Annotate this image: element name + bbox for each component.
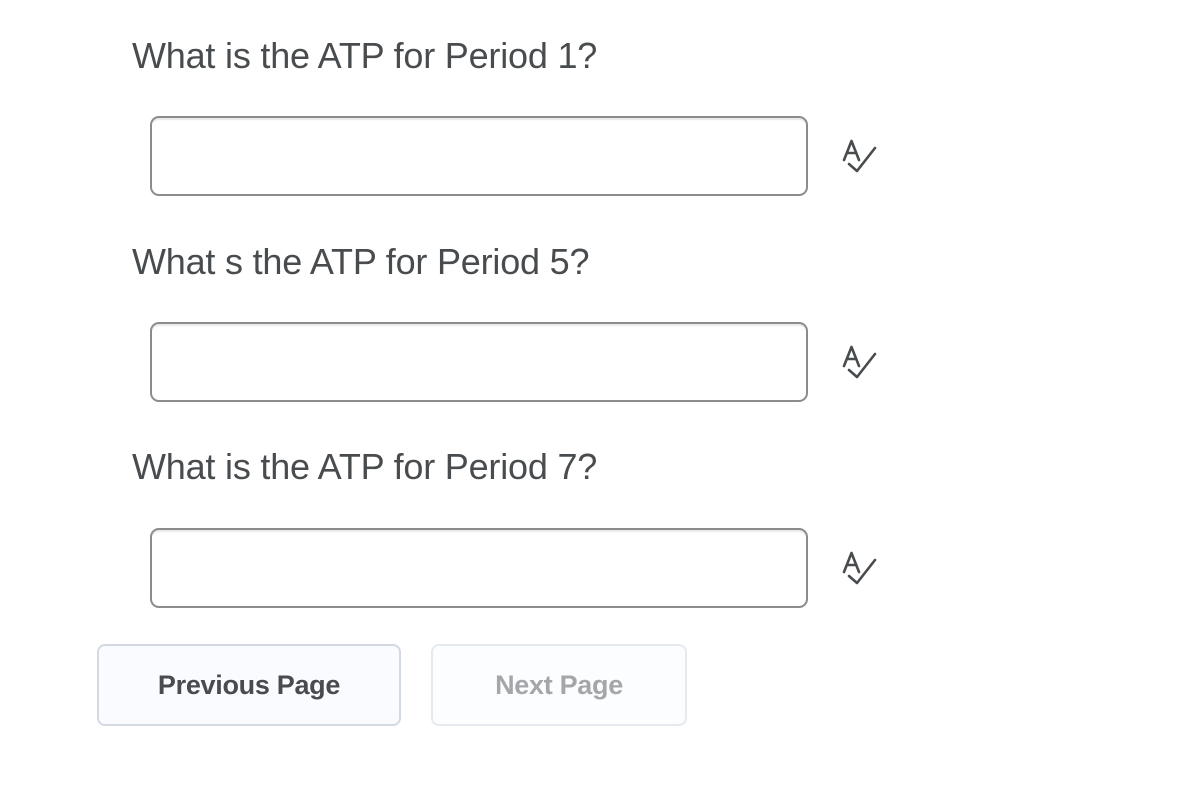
spell-check-icon [839,343,879,383]
question-2-spell-check-button[interactable] [836,340,882,386]
question-3-spell-check-button[interactable] [836,546,882,592]
next-page-button[interactable]: Next Page [431,644,687,726]
spell-check-icon [839,137,879,177]
question-2-answer-input[interactable] [150,322,808,402]
question-3-text: What is the ATP for Period 7? [132,446,598,487]
question-3-answer-input[interactable] [150,528,808,608]
question-1-answer-input[interactable] [150,116,808,196]
previous-page-button[interactable]: Previous Page [97,644,401,726]
question-1-spell-check-button[interactable] [836,134,882,180]
question-2-text: What s the ATP for Period 5? [132,241,590,282]
spell-check-icon [839,549,879,589]
question-1-text: What is the ATP for Period 1? [132,35,598,76]
